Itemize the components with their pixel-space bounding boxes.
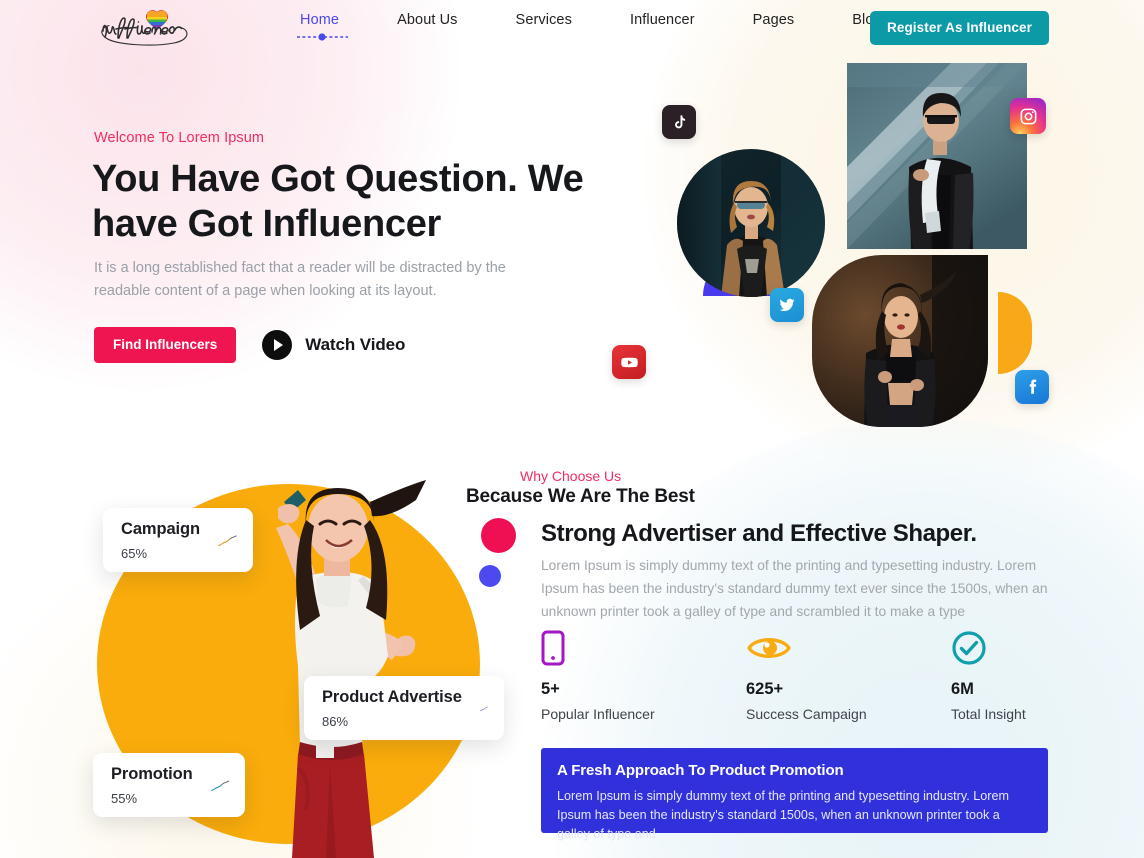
sparkline-icon — [479, 706, 488, 711]
decorative-dot-blue — [479, 565, 501, 587]
nav-item-label: About Us — [397, 12, 458, 28]
stat-card-campaign: Campaign 65% — [103, 508, 253, 572]
sparkline-icon — [218, 534, 237, 546]
stat-value: 625+ — [746, 680, 784, 698]
why-eyebrow: Why Choose Us — [520, 468, 622, 484]
influencer-photo-leaf — [812, 255, 988, 427]
stat-card-title: Product Advertise — [322, 688, 462, 706]
stat-total-insight: 6M Total Insight — [951, 630, 1026, 722]
find-influencers-button[interactable]: Find Influencers — [94, 327, 237, 363]
promo-title: A Fresh Approach To Product Promotion — [557, 762, 844, 779]
instagram-icon[interactable] — [1010, 98, 1046, 134]
stat-value: 5+ — [541, 680, 560, 698]
tiktok-icon[interactable] — [662, 105, 696, 139]
youtube-icon[interactable] — [612, 345, 646, 379]
stat-card-title: Promotion — [111, 765, 193, 783]
influencer-photo-square — [847, 63, 1027, 249]
nav-item-label: Services — [515, 12, 572, 28]
why-heading: Strong Advertiser and Effective Shaper. — [541, 520, 977, 547]
twitter-icon[interactable] — [770, 288, 804, 322]
stat-success-campaign: 625+ Success Campaign — [746, 630, 951, 722]
nav-item-label: Home — [300, 12, 340, 28]
rainbow-heart-icon — [146, 10, 168, 30]
why-choose-us-section: Campaign 65% Product Advertise 86% Promo… — [0, 460, 1144, 858]
why-choose-us-photo — [220, 480, 450, 858]
influencer-photo-circle — [677, 149, 825, 297]
stat-popular-influencer: 5+ Popular Influencer — [541, 630, 746, 722]
promo-body: Lorem Ipsum is simply dummy text of the … — [557, 789, 1009, 842]
nav-item-pages[interactable]: Pages — [753, 12, 795, 28]
stat-card-product-advertise: Product Advertise 86% — [304, 676, 504, 740]
hero-eyebrow: Welcome To Lorem Ipsum — [94, 130, 265, 146]
main-navigation[interactable]: Home About Us Services Influencer Pages … — [297, 12, 882, 41]
nav-active-indicator — [297, 33, 348, 41]
page-root: Home About Us Services Influencer Pages … — [0, 0, 1144, 858]
hero-image-collage — [600, 50, 1144, 450]
facebook-icon[interactable] — [1015, 370, 1049, 404]
mobile-phone-icon — [541, 630, 746, 666]
stat-card-percent: 55% — [111, 791, 138, 806]
eye-icon — [746, 630, 951, 666]
why-subtitle: Because We Are The Best — [466, 486, 695, 507]
decorative-dot-crimson — [481, 518, 516, 553]
stat-card-percent: 86% — [322, 714, 349, 729]
hero-subtitle: It is a long established fact that a rea… — [94, 260, 506, 300]
decorative-orange-halfcircle — [998, 292, 1032, 374]
watch-video-label: Watch Video — [305, 335, 406, 354]
stat-label: Total Insight — [951, 706, 1026, 722]
why-body-text: Lorem Ipsum is simply dummy text of the … — [541, 558, 1048, 619]
stat-card-percent: 65% — [121, 546, 148, 561]
statistics-row: 5+ Popular Influencer 625+ Success Campa… — [541, 630, 1061, 722]
stat-label: Popular Influencer — [541, 706, 655, 722]
stat-card-title: Campaign — [121, 520, 200, 538]
hero-actions: Find Influencers Watch Video — [94, 327, 405, 363]
play-icon — [262, 330, 293, 360]
nav-item-services[interactable]: Services — [516, 12, 572, 28]
nav-item-label: Pages — [752, 12, 795, 28]
nav-item-about-us[interactable]: About Us — [397, 12, 457, 28]
brand-logo[interactable] — [94, 2, 202, 50]
hero-title: You Have Got Question. We have Got Influ… — [92, 158, 584, 245]
watch-video-button[interactable]: Watch Video — [262, 330, 405, 360]
stat-card-promotion: Promotion 55% — [93, 753, 245, 817]
nav-item-influencer[interactable]: Influencer — [630, 12, 695, 28]
promo-banner: A Fresh Approach To Product Promotion Lo… — [541, 748, 1048, 841]
nav-item-label: Influencer — [629, 12, 695, 28]
site-header: Home About Us Services Influencer Pages … — [0, 0, 1144, 54]
stat-value: 6M — [951, 680, 974, 698]
nav-item-home[interactable]: Home — [297, 12, 348, 41]
register-as-influencer-button[interactable]: Register As Influencer — [870, 11, 1049, 45]
check-circle-icon — [951, 630, 1026, 666]
stat-label: Success Campaign — [746, 706, 867, 722]
sparkline-icon — [210, 780, 229, 791]
